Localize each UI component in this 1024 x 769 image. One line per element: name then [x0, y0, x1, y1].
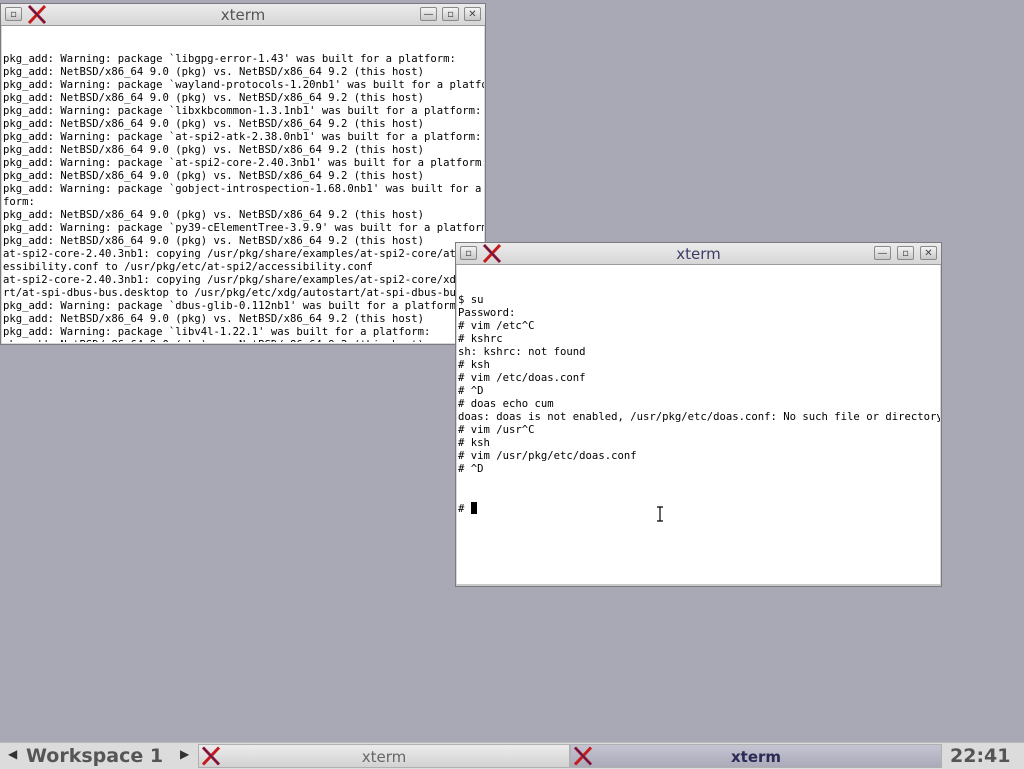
window-title: xterm: [676, 245, 721, 263]
terminal-line: # doas echo cum: [458, 398, 554, 410]
terminal-line: pkg_add: NetBSD/x86_64 9.0 (pkg) vs. Net…: [3, 313, 424, 325]
prompt-line: #: [458, 502, 940, 515]
workspace-label[interactable]: Workspace 1: [26, 745, 163, 767]
terminal-line: pkg_add: Warning: package `libxkbcommon-…: [3, 105, 482, 117]
xterm-window-1[interactable]: ▫ xterm — ▫ ✕ pkg_add: Warning: package …: [0, 3, 486, 345]
terminal-line: pkg_add: NetBSD/x86_64 9.0 (pkg) vs. Net…: [3, 144, 424, 156]
close-icon[interactable]: ✕: [920, 246, 937, 260]
scrollbar[interactable]: [456, 584, 941, 586]
terminal-output[interactable]: pkg_add: Warning: package `libgpg-error-…: [2, 27, 484, 342]
terminal-line: pkg_add: NetBSD/x86_64 9.0 (pkg) vs. Net…: [3, 339, 484, 342]
terminal-line: doas: doas is not enabled, /usr/pkg/etc/…: [458, 411, 940, 423]
terminal-line: pkg_add: NetBSD/x86_64 9.0 (pkg) vs. Net…: [3, 235, 424, 247]
terminal-line: # vim /usr/pkg/etc/doas.conf: [458, 450, 637, 462]
terminal-line: pkg_add: NetBSD/x86_64 9.0 (pkg) vs. Net…: [3, 118, 424, 130]
terminal-line: pkg_add: NetBSD/x86_64 9.0 (pkg) vs. Net…: [3, 209, 424, 221]
titlebar[interactable]: ▫ xterm — ▫ ✕: [1, 4, 485, 26]
task-label: xterm: [730, 748, 782, 766]
window-title: xterm: [220, 6, 266, 24]
clock: 22:41: [950, 745, 1011, 767]
titlebar[interactable]: ▫ xterm — ▫ ✕: [456, 243, 941, 265]
terminal-line: # kshrc: [458, 333, 503, 345]
terminal-line: pkg_add: NetBSD/x86_64 9.0 (pkg) vs. Net…: [3, 66, 424, 78]
terminal-line: pkg_add: Warning: package `libgpg-error-…: [3, 53, 456, 65]
terminal-line: at-spi2-core-2.40.3nb1: copying /usr/pkg…: [3, 248, 484, 260]
terminal-line: pkg_add: Warning: package `py39-cElement…: [3, 222, 484, 234]
terminal-line: # ksh: [458, 437, 490, 449]
maximize-icon[interactable]: ▫: [897, 246, 914, 260]
terminal-line: # vim /etc/doas.conf: [458, 372, 586, 384]
workspace-next-icon[interactable]: ▶: [180, 747, 189, 761]
terminal-line: pkg_add: Warning: package `dbus-glib-0.1…: [3, 300, 463, 312]
terminal-line: $ su: [458, 294, 484, 306]
prompt: #: [458, 503, 471, 515]
task-label: xterm: [361, 748, 407, 766]
close-icon[interactable]: ✕: [464, 7, 481, 21]
terminal-output[interactable]: $ su Password: # vim /etc^C # kshrc sh: kshr…: [457, 268, 940, 584]
terminal-line: # ^D: [458, 463, 484, 475]
minimize-icon[interactable]: —: [874, 246, 891, 260]
terminal-line: pkg_add: Warning: package `wayland-proto…: [3, 79, 484, 91]
text-cursor-icon: [657, 506, 663, 522]
terminal-line: pkg_add: Warning: package `gobject-intro…: [3, 183, 484, 195]
minimize-icon[interactable]: —: [420, 7, 437, 21]
terminal-line: # ksh: [458, 359, 490, 371]
terminal-line: # vim /usr^C: [458, 424, 535, 436]
taskbar: ◀ Workspace 1 ▶ xterm xterm 22:41: [0, 742, 1024, 769]
terminal-line: pkg_add: Warning: package `at-spi2-atk-2…: [3, 131, 482, 143]
task-xterm-2[interactable]: xterm: [570, 744, 942, 768]
terminal-line: pkg_add: NetBSD/x86_64 9.0 (pkg) vs. Net…: [3, 170, 424, 182]
xterm-window-2[interactable]: ▫ xterm — ▫ ✕ $ su Password: # vim /etc^C #…: [455, 242, 942, 587]
terminal-line: sh: kshrc: not found: [458, 346, 586, 358]
terminal-line: Password:: [458, 307, 516, 319]
task-xterm-1[interactable]: xterm: [198, 744, 570, 768]
terminal-line: pkg_add: Warning: package `libv4l-1.22.1…: [3, 326, 431, 338]
maximize-icon[interactable]: ▫: [442, 7, 459, 21]
terminal-line: pkg_add: Warning: package `at-spi2-core-…: [3, 157, 484, 169]
terminal-line: # vim /etc^C: [458, 320, 535, 332]
cursor: [470, 502, 477, 514]
terminal-line: at-spi2-core-2.40.3nb1: copying /usr/pkg…: [3, 274, 484, 286]
terminal-line: form:: [3, 196, 35, 208]
workspace-prev-icon[interactable]: ◀: [8, 747, 17, 761]
terminal-line: pkg_add: NetBSD/x86_64 9.0 (pkg) vs. Net…: [3, 92, 424, 104]
terminal-line: # ^D: [458, 385, 484, 397]
terminal-line: essibility.conf to /usr/pkg/etc/at-spi2/…: [3, 261, 373, 273]
terminal-line: rt/at-spi-dbus-bus.desktop to /usr/pkg/e…: [3, 287, 484, 299]
